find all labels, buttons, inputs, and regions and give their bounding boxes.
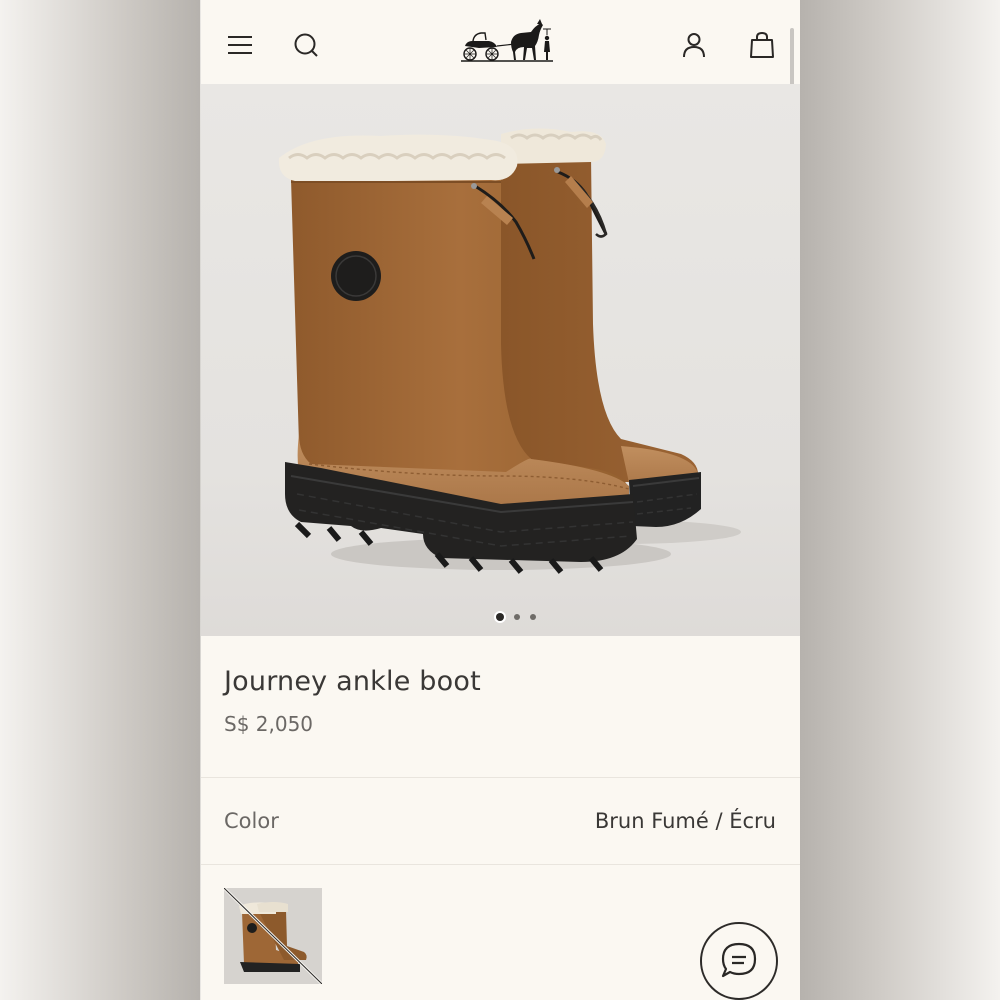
chat-bubble-icon [721,942,757,978]
product-image-gallery[interactable] [201,84,800,636]
gallery-dot[interactable] [496,613,504,621]
site-header [201,0,800,84]
gallery-pagination [496,613,536,621]
gallery-dot[interactable] [530,614,536,620]
shopping-bag-icon[interactable] [745,28,779,62]
divider [201,864,800,865]
product-info: Journey ankle boot S$ 2,050 [201,636,800,777]
product-image-boots [278,128,741,574]
user-icon[interactable] [677,28,711,62]
color-label: Color [224,809,279,833]
background-left [0,0,200,1000]
hamburger-menu-icon[interactable] [223,28,257,62]
product-name: Journey ankle boot [224,666,481,697]
background-right [800,0,1000,1000]
product-price: S$ 2,050 [224,712,314,736]
mobile-page: Journey ankle boot S$ 2,050 Color Brun F… [201,0,800,1000]
color-value: Brun Fumé / Écru [594,809,776,833]
chat-button[interactable] [700,922,778,1000]
gallery-dot[interactable] [514,614,520,620]
search-icon[interactable] [289,28,323,62]
color-selector[interactable]: Color Brun Fumé / Écru [201,778,800,864]
carriage-horse-logo[interactable] [459,16,555,66]
color-swatch-brun-fume-ecru[interactable] [224,888,322,984]
